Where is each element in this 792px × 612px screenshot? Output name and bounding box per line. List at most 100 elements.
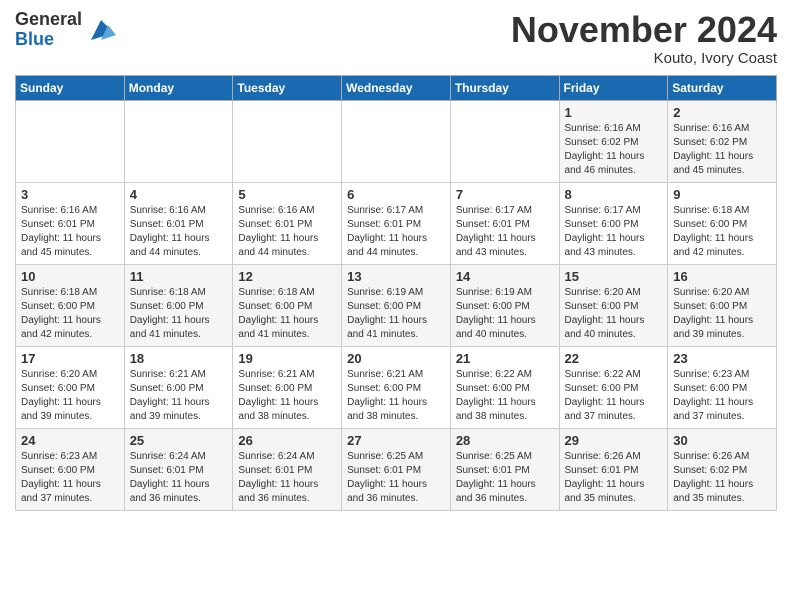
calendar-cell: 13 Sunrise: 6:19 AM Sunset: 6:00 PM Dayli… xyxy=(342,264,451,346)
calendar-cell: 2Sunrise: 6:16 AM Sunset: 6:02 PM Daylig… xyxy=(668,100,777,182)
day-info: Sunrise: 6:18 AM Sunset: 6:00 PM Dayligh… xyxy=(673,204,771,260)
calendar-cell xyxy=(233,100,342,182)
calendar-cell: 5Sunrise: 6:16 AM Sunset: 6:01 PM Daylig… xyxy=(233,182,342,264)
day-info: Sunrise: 6:18 AM Sunset: 6:00 PM Dayligh… xyxy=(130,286,228,342)
calendar-cell: 30 Sunrise: 6:26 AM Sunset: 6:02 PM Dayli… xyxy=(668,428,777,510)
logo: General Blue xyxy=(15,10,116,50)
day-info: Sunrise: 6:24 AM Sunset: 6:01 PM Dayligh… xyxy=(130,450,228,506)
day-number: 24 xyxy=(21,433,119,448)
week-row-2: 3 Sunrise: 6:16 AM Sunset: 6:01 PM Daylig… xyxy=(16,182,777,264)
location: Kouto, Ivory Coast xyxy=(511,50,777,67)
day-info: Sunrise: 6:24 AM Sunset: 6:01 PM Dayligh… xyxy=(238,450,336,506)
day-number: 28 xyxy=(456,433,554,448)
calendar-cell: 8 Sunrise: 6:17 AM Sunset: 6:00 PM Daylig… xyxy=(559,182,668,264)
header-row: SundayMondayTuesdayWednesdayThursdayFrid… xyxy=(16,75,777,100)
day-info: Sunrise: 6:16 AM Sunset: 6:02 PM Dayligh… xyxy=(565,122,663,178)
calendar-cell: 25 Sunrise: 6:24 AM Sunset: 6:01 PM Dayli… xyxy=(124,428,233,510)
day-info: Sunrise: 6:21 AM Sunset: 6:00 PM Dayligh… xyxy=(130,368,228,424)
calendar-cell: 21Sunrise: 6:22 AM Sunset: 6:00 PM Dayli… xyxy=(450,346,559,428)
header-day-monday: Monday xyxy=(124,75,233,100)
calendar-cell: 14 Sunrise: 6:19 AM Sunset: 6:00 PM Dayli… xyxy=(450,264,559,346)
calendar-cell: 6Sunrise: 6:17 AM Sunset: 6:01 PM Daylig… xyxy=(342,182,451,264)
day-number: 20 xyxy=(347,351,445,366)
day-info: Sunrise: 6:26 AM Sunset: 6:02 PM Dayligh… xyxy=(673,450,771,506)
calendar-cell: 7 Sunrise: 6:17 AM Sunset: 6:01 PM Daylig… xyxy=(450,182,559,264)
calendar-cell: 26 Sunrise: 6:24 AM Sunset: 6:01 PM Dayli… xyxy=(233,428,342,510)
calendar-cell: 10Sunrise: 6:18 AM Sunset: 6:00 PM Dayli… xyxy=(16,264,125,346)
day-number: 17 xyxy=(21,351,119,366)
day-info: Sunrise: 6:21 AM Sunset: 6:00 PM Dayligh… xyxy=(347,368,445,424)
calendar-cell: 24 Sunrise: 6:23 AM Sunset: 6:00 PM Dayli… xyxy=(16,428,125,510)
day-number: 3 xyxy=(21,187,119,202)
day-number: 29 xyxy=(565,433,663,448)
day-info: Sunrise: 6:22 AM Sunset: 6:00 PM Dayligh… xyxy=(456,368,554,424)
day-number: 7 xyxy=(456,187,554,202)
week-row-4: 17 Sunrise: 6:20 AM Sunset: 6:00 PM Dayli… xyxy=(16,346,777,428)
logo-icon xyxy=(86,15,116,45)
logo-text: General Blue xyxy=(15,10,82,50)
header-day-friday: Friday xyxy=(559,75,668,100)
calendar-cell: 1Sunrise: 6:16 AM Sunset: 6:02 PM Daylig… xyxy=(559,100,668,182)
calendar-cell xyxy=(342,100,451,182)
day-info: Sunrise: 6:22 AM Sunset: 6:00 PM Dayligh… xyxy=(565,368,663,424)
day-info: Sunrise: 6:21 AM Sunset: 6:00 PM Dayligh… xyxy=(238,368,336,424)
title-block: November 2024 Kouto, Ivory Coast xyxy=(511,10,777,67)
day-number: 12 xyxy=(238,269,336,284)
day-number: 19 xyxy=(238,351,336,366)
day-number: 14 xyxy=(456,269,554,284)
calendar-cell: 22 Sunrise: 6:22 AM Sunset: 6:00 PM Dayli… xyxy=(559,346,668,428)
calendar-cell: 23Sunrise: 6:23 AM Sunset: 6:00 PM Dayli… xyxy=(668,346,777,428)
day-info: Sunrise: 6:25 AM Sunset: 6:01 PM Dayligh… xyxy=(456,450,554,506)
calendar-cell: 17 Sunrise: 6:20 AM Sunset: 6:00 PM Dayli… xyxy=(16,346,125,428)
day-info: Sunrise: 6:18 AM Sunset: 6:00 PM Dayligh… xyxy=(238,286,336,342)
week-row-1: 1Sunrise: 6:16 AM Sunset: 6:02 PM Daylig… xyxy=(16,100,777,182)
calendar-cell: 18Sunrise: 6:21 AM Sunset: 6:00 PM Dayli… xyxy=(124,346,233,428)
header-day-thursday: Thursday xyxy=(450,75,559,100)
day-info: Sunrise: 6:18 AM Sunset: 6:00 PM Dayligh… xyxy=(21,286,119,342)
day-number: 8 xyxy=(565,187,663,202)
day-info: Sunrise: 6:16 AM Sunset: 6:01 PM Dayligh… xyxy=(238,204,336,260)
day-info: Sunrise: 6:26 AM Sunset: 6:01 PM Dayligh… xyxy=(565,450,663,506)
day-number: 25 xyxy=(130,433,228,448)
header-day-sunday: Sunday xyxy=(16,75,125,100)
calendar-cell: 11 Sunrise: 6:18 AM Sunset: 6:00 PM Dayli… xyxy=(124,264,233,346)
page: General Blue November 2024 Kouto, Ivory … xyxy=(0,0,792,526)
calendar-cell xyxy=(124,100,233,182)
day-number: 30 xyxy=(673,433,771,448)
day-info: Sunrise: 6:20 AM Sunset: 6:00 PM Dayligh… xyxy=(21,368,119,424)
day-info: Sunrise: 6:20 AM Sunset: 6:00 PM Dayligh… xyxy=(565,286,663,342)
day-info: Sunrise: 6:23 AM Sunset: 6:00 PM Dayligh… xyxy=(21,450,119,506)
day-info: Sunrise: 6:17 AM Sunset: 6:01 PM Dayligh… xyxy=(456,204,554,260)
day-number: 13 xyxy=(347,269,445,284)
day-info: Sunrise: 6:23 AM Sunset: 6:00 PM Dayligh… xyxy=(673,368,771,424)
day-number: 22 xyxy=(565,351,663,366)
day-info: Sunrise: 6:17 AM Sunset: 6:00 PM Dayligh… xyxy=(565,204,663,260)
calendar-body: 1Sunrise: 6:16 AM Sunset: 6:02 PM Daylig… xyxy=(16,100,777,510)
calendar-table: SundayMondayTuesdayWednesdayThursdayFrid… xyxy=(15,75,777,511)
header-day-wednesday: Wednesday xyxy=(342,75,451,100)
calendar-cell: 28 Sunrise: 6:25 AM Sunset: 6:01 PM Dayli… xyxy=(450,428,559,510)
calendar-cell: 15Sunrise: 6:20 AM Sunset: 6:00 PM Dayli… xyxy=(559,264,668,346)
day-info: Sunrise: 6:16 AM Sunset: 6:01 PM Dayligh… xyxy=(130,204,228,260)
day-number: 26 xyxy=(238,433,336,448)
day-info: Sunrise: 6:25 AM Sunset: 6:01 PM Dayligh… xyxy=(347,450,445,506)
calendar-cell xyxy=(16,100,125,182)
calendar-cell xyxy=(450,100,559,182)
calendar-cell: 4Sunrise: 6:16 AM Sunset: 6:01 PM Daylig… xyxy=(124,182,233,264)
day-info: Sunrise: 6:19 AM Sunset: 6:00 PM Dayligh… xyxy=(347,286,445,342)
day-info: Sunrise: 6:16 AM Sunset: 6:02 PM Dayligh… xyxy=(673,122,771,178)
header-day-saturday: Saturday xyxy=(668,75,777,100)
logo-blue: Blue xyxy=(15,30,82,50)
calendar-cell: 16 Sunrise: 6:20 AM Sunset: 6:00 PM Dayli… xyxy=(668,264,777,346)
day-number: 16 xyxy=(673,269,771,284)
day-number: 11 xyxy=(130,269,228,284)
calendar-cell: 9Sunrise: 6:18 AM Sunset: 6:00 PM Daylig… xyxy=(668,182,777,264)
calendar-cell: 12 Sunrise: 6:18 AM Sunset: 6:00 PM Dayli… xyxy=(233,264,342,346)
calendar-cell: 29 Sunrise: 6:26 AM Sunset: 6:01 PM Dayli… xyxy=(559,428,668,510)
week-row-3: 10Sunrise: 6:18 AM Sunset: 6:00 PM Dayli… xyxy=(16,264,777,346)
day-info: Sunrise: 6:19 AM Sunset: 6:00 PM Dayligh… xyxy=(456,286,554,342)
header-day-tuesday: Tuesday xyxy=(233,75,342,100)
calendar-header: SundayMondayTuesdayWednesdayThursdayFrid… xyxy=(16,75,777,100)
logo-general: General xyxy=(15,10,82,30)
day-info: Sunrise: 6:20 AM Sunset: 6:00 PM Dayligh… xyxy=(673,286,771,342)
